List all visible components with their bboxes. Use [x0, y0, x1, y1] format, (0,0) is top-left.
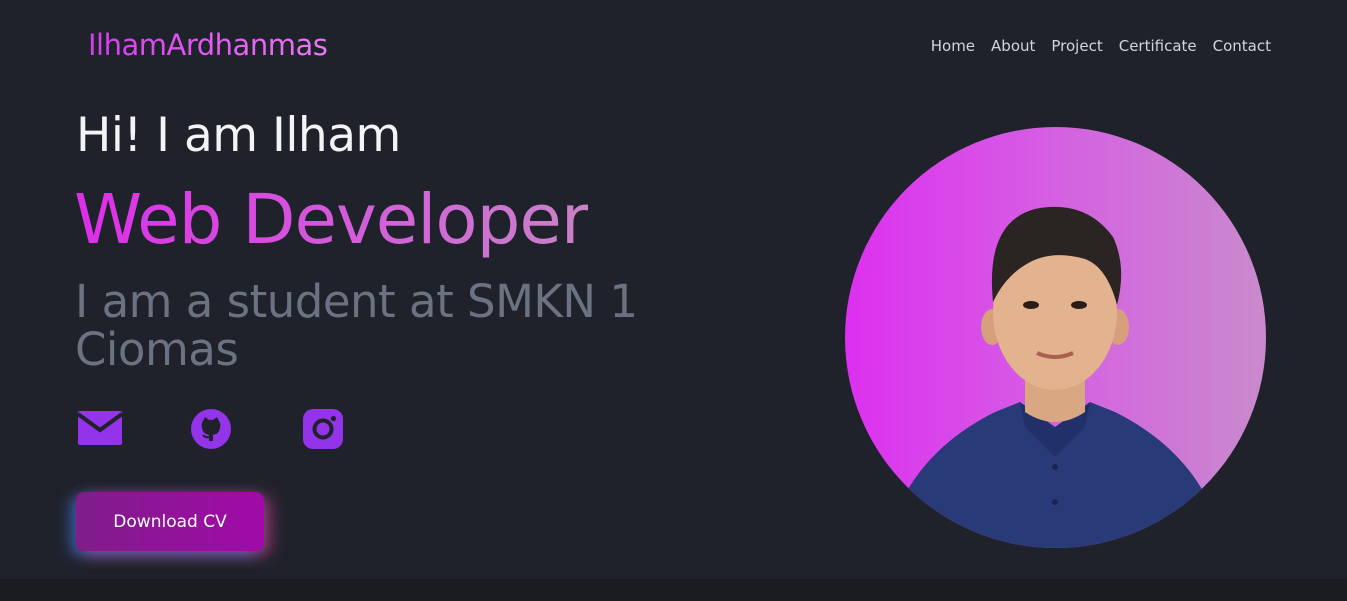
github-link[interactable] [190, 408, 232, 450]
instagram-icon [303, 409, 343, 449]
social-links [76, 406, 376, 452]
nav-certificate[interactable]: Certificate [1119, 37, 1197, 55]
mail-icon [78, 411, 122, 445]
hero-role: Web Developer [74, 180, 589, 260]
profile-photo [845, 127, 1266, 548]
hero-greeting: Hi! I am Ilham [76, 108, 401, 163]
download-cv-button[interactable]: Download CV [76, 492, 264, 551]
site-logo[interactable]: IlhamArdhanmas [88, 28, 328, 62]
nav-home[interactable]: Home [931, 37, 975, 55]
next-section-edge [0, 579, 1347, 601]
instagram-link[interactable] [303, 409, 343, 449]
nav-contact[interactable]: Contact [1213, 37, 1271, 55]
email-link[interactable] [78, 411, 122, 445]
github-icon [190, 408, 232, 450]
hero-subtitle: I am a student at SMKN 1 Ciomas [75, 275, 638, 376]
page: IlhamArdhanmas Home About Project Certif… [0, 0, 1347, 601]
nav-project[interactable]: Project [1051, 37, 1102, 55]
nav-about[interactable]: About [991, 37, 1035, 55]
main-nav: Home About Project Certificate Contact [931, 37, 1271, 55]
